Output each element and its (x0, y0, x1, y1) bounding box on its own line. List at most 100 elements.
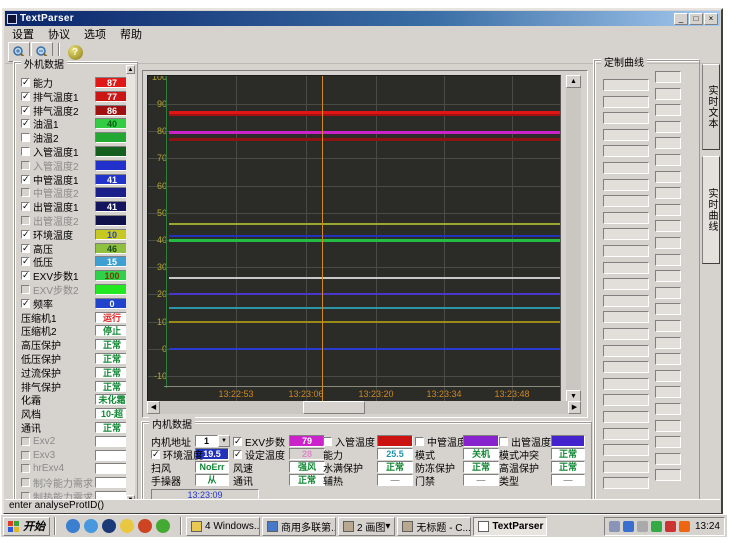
custom-curve-slot[interactable] (603, 477, 649, 489)
maximize-button[interactable]: □ (689, 13, 703, 25)
sidebar-row[interactable]: 风档10-超 (21, 407, 129, 420)
scrollbar-thumb[interactable] (303, 401, 365, 414)
custom-curve-value[interactable] (655, 420, 681, 432)
monitor-icon[interactable] (665, 521, 676, 532)
custom-curve-value[interactable] (655, 403, 681, 415)
sidebar-row[interactable]: ✓环境温度10 (21, 228, 129, 241)
sidebar-row[interactable]: hrExv4 (21, 462, 129, 475)
custom-curve-value[interactable] (655, 436, 681, 448)
sidebar-row[interactable]: ✓EXV步数1100 (21, 269, 129, 282)
sidebar-row[interactable]: 压缩机2停止 (21, 324, 129, 337)
custom-curve-slot[interactable] (603, 79, 649, 91)
sidebar-row[interactable]: 化霜未化霜 (21, 393, 129, 406)
checkbox-排气温度2[interactable]: ✓ (21, 106, 30, 115)
chart-cursor[interactable] (322, 76, 323, 402)
globe-icon[interactable] (102, 519, 116, 533)
titlebar[interactable]: TextParser _ □ × (5, 11, 720, 26)
custom-curve-value[interactable] (655, 104, 681, 116)
sidebar-row[interactable]: Exv2 (21, 435, 129, 448)
custom-curve-slot[interactable] (603, 394, 649, 406)
custom-curve-value[interactable] (655, 154, 681, 166)
sidebar-row[interactable]: ✓出管温度141 (21, 200, 129, 213)
taskbar-button-0[interactable]: 4 Windows...▾ (186, 517, 260, 536)
taskbar-button-2[interactable]: 2 画图▾ (338, 517, 395, 536)
custom-curve-value[interactable] (655, 237, 681, 249)
side-tab-实时文本[interactable]: 实时文本 (702, 64, 720, 150)
mail-lock-icon[interactable] (138, 519, 152, 533)
msn-icon[interactable] (84, 519, 98, 533)
sidebar-row[interactable]: Exv3 (21, 449, 129, 462)
update-icon[interactable] (637, 521, 648, 532)
custom-curve-slot[interactable] (603, 112, 649, 124)
menu-item-3[interactable]: 帮助 (113, 26, 149, 42)
custom-curve-value[interactable] (655, 270, 681, 282)
taskbar-button-1[interactable]: 商用多联第... (262, 517, 336, 536)
checkbox-中管温度1[interactable]: ✓ (21, 175, 30, 184)
custom-curve-slot[interactable] (603, 145, 649, 157)
download-icon[interactable] (679, 521, 690, 532)
close-button[interactable]: × (704, 13, 718, 25)
checkbox-油温2[interactable] (21, 133, 30, 142)
sidebar-row[interactable]: EXV步数2 (21, 283, 129, 296)
custom-curve-slot[interactable] (603, 311, 649, 323)
custom-curve-value[interactable] (655, 469, 681, 481)
custom-curve-value[interactable] (655, 370, 681, 382)
checkbox-出管温度[interactable] (499, 437, 508, 446)
checkbox-能力[interactable]: ✓ (21, 78, 30, 87)
custom-curve-slot[interactable] (603, 96, 649, 108)
sidebar-row[interactable]: 入管温度2 (21, 159, 129, 172)
custom-curve-slot[interactable] (603, 228, 649, 240)
custom-curve-value[interactable] (655, 353, 681, 365)
checkbox-频率[interactable]: ✓ (21, 299, 30, 308)
custom-curve-slot[interactable] (603, 444, 649, 456)
custom-curve-slot[interactable] (603, 278, 649, 290)
custom-curve-value[interactable] (655, 254, 681, 266)
custom-curve-value[interactable] (655, 303, 681, 315)
minimize-button[interactable]: _ (674, 13, 688, 25)
sidebar-row[interactable]: 排气保护正常 (21, 380, 129, 393)
sidebar-row[interactable]: ✓油温140 (21, 117, 129, 130)
chart-horizontal-scrollbar[interactable]: ◀ ▶ (147, 401, 581, 414)
chart-vertical-scrollbar[interactable]: ▲ ▼ (566, 75, 581, 403)
custom-curve-slot[interactable] (603, 129, 649, 141)
sidebar-row[interactable]: 高压保护正常 (21, 338, 129, 351)
custom-curve-value[interactable] (655, 220, 681, 232)
custom-curve-slot[interactable] (603, 212, 649, 224)
sidebar-row[interactable]: 油温2 (21, 131, 129, 144)
sidebar-row[interactable]: ✓低压15 (21, 255, 129, 268)
custom-curve-slot[interactable] (603, 162, 649, 174)
menu-item-1[interactable]: 协议 (41, 26, 77, 42)
sidebar-row[interactable]: 中管温度2 (21, 186, 129, 199)
taskbar-button-4[interactable]: TextParser (473, 517, 547, 536)
custom-curve-slot[interactable] (603, 411, 649, 423)
checkbox-出管温度1[interactable]: ✓ (21, 202, 30, 211)
checkbox-EXV步数[interactable]: ✓ (233, 437, 242, 446)
custom-curve-slot[interactable] (603, 328, 649, 340)
custom-curve-slot[interactable] (603, 345, 649, 357)
custom-curve-slot[interactable] (603, 361, 649, 373)
custom-curve-slot[interactable] (603, 262, 649, 274)
sidebar-row[interactable]: 制冷能力需求 (21, 476, 129, 489)
custom-curve-slot[interactable] (603, 461, 649, 473)
custom-curve-value[interactable] (655, 287, 681, 299)
ie-icon[interactable] (66, 519, 80, 533)
custom-curve-value[interactable] (655, 337, 681, 349)
checkbox-入管温度1[interactable] (21, 147, 30, 156)
custom-curve-slot[interactable] (603, 378, 649, 390)
checkbox-环境温度[interactable]: ✓ (21, 230, 30, 239)
sidebar-row[interactable]: ✓高压46 (21, 242, 129, 255)
custom-curve-slot[interactable] (603, 179, 649, 191)
scroll-up-icon[interactable]: ▲ (126, 65, 135, 74)
menu-item-2[interactable]: 选项 (77, 26, 113, 42)
checkbox-设定温度[interactable]: ✓ (233, 450, 242, 459)
sidebar-row[interactable]: 通讯正常 (21, 421, 129, 434)
taskbar-button-3[interactable]: 无标题 - C... (397, 517, 471, 536)
sidebar-row[interactable]: ✓中管温度141 (21, 173, 129, 186)
custom-curve-slot[interactable] (603, 428, 649, 440)
sidebar-row[interactable]: ✓频率0 (21, 297, 129, 310)
checkbox-油温1[interactable]: ✓ (21, 119, 30, 128)
custom-curve-slot[interactable] (603, 195, 649, 207)
custom-curve-value[interactable] (655, 187, 681, 199)
help-button[interactable]: ? (64, 42, 86, 62)
sidebar-row[interactable]: ✓排气温度286 (21, 104, 129, 117)
